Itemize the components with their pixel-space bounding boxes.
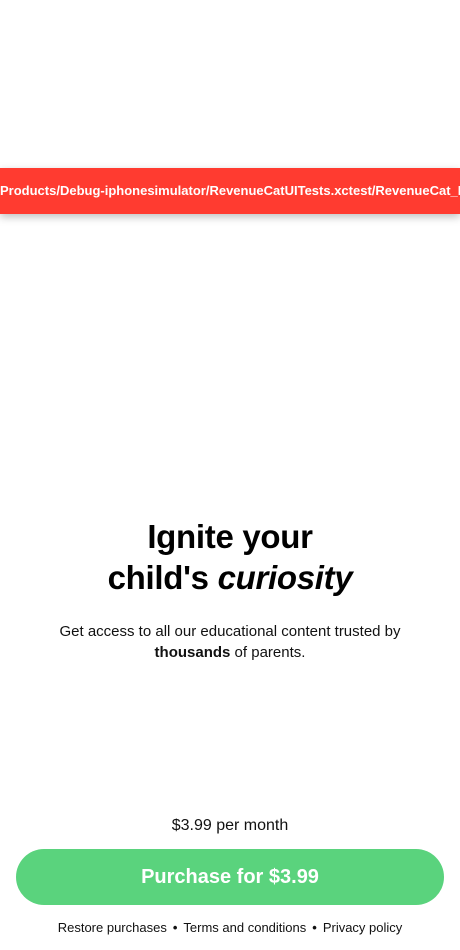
headline-line-2: child's curiosity	[0, 557, 460, 598]
error-banner: Products/Debug-iphonesimulator/RevenueCa…	[0, 168, 460, 214]
price-label: $3.99 per month	[171, 817, 289, 834]
subtitle-bold-text: thousands	[154, 644, 231, 661]
privacy-policy-link[interactable]: Privacy policy	[323, 920, 402, 935]
paywall-headline: Ignite your child's curiosity	[0, 516, 460, 598]
purchase-button[interactable]: Purchase for $3.99	[16, 849, 444, 905]
headline-line-2-prefix: child's	[107, 559, 218, 596]
restore-purchases-link[interactable]: Restore purchases	[58, 920, 167, 935]
paywall-subtitle: Get access to all our educational conten…	[30, 621, 430, 663]
subtitle-text-after: of parents.	[230, 644, 306, 661]
terms-and-conditions-link[interactable]: Terms and conditions	[183, 920, 306, 935]
headline-emphasis: curiosity	[217, 559, 353, 596]
subtitle-text-before: Get access to all our educational conten…	[59, 623, 401, 640]
footer-separator: •	[312, 920, 317, 935]
footer-separator: •	[172, 920, 178, 935]
error-banner-text: Products/Debug-iphonesimulator/RevenueCa…	[0, 183, 460, 198]
footer-links: Restore purchases • Terms and conditions • P…	[0, 919, 460, 937]
headline-line-1: Ignite your	[147, 518, 313, 555]
